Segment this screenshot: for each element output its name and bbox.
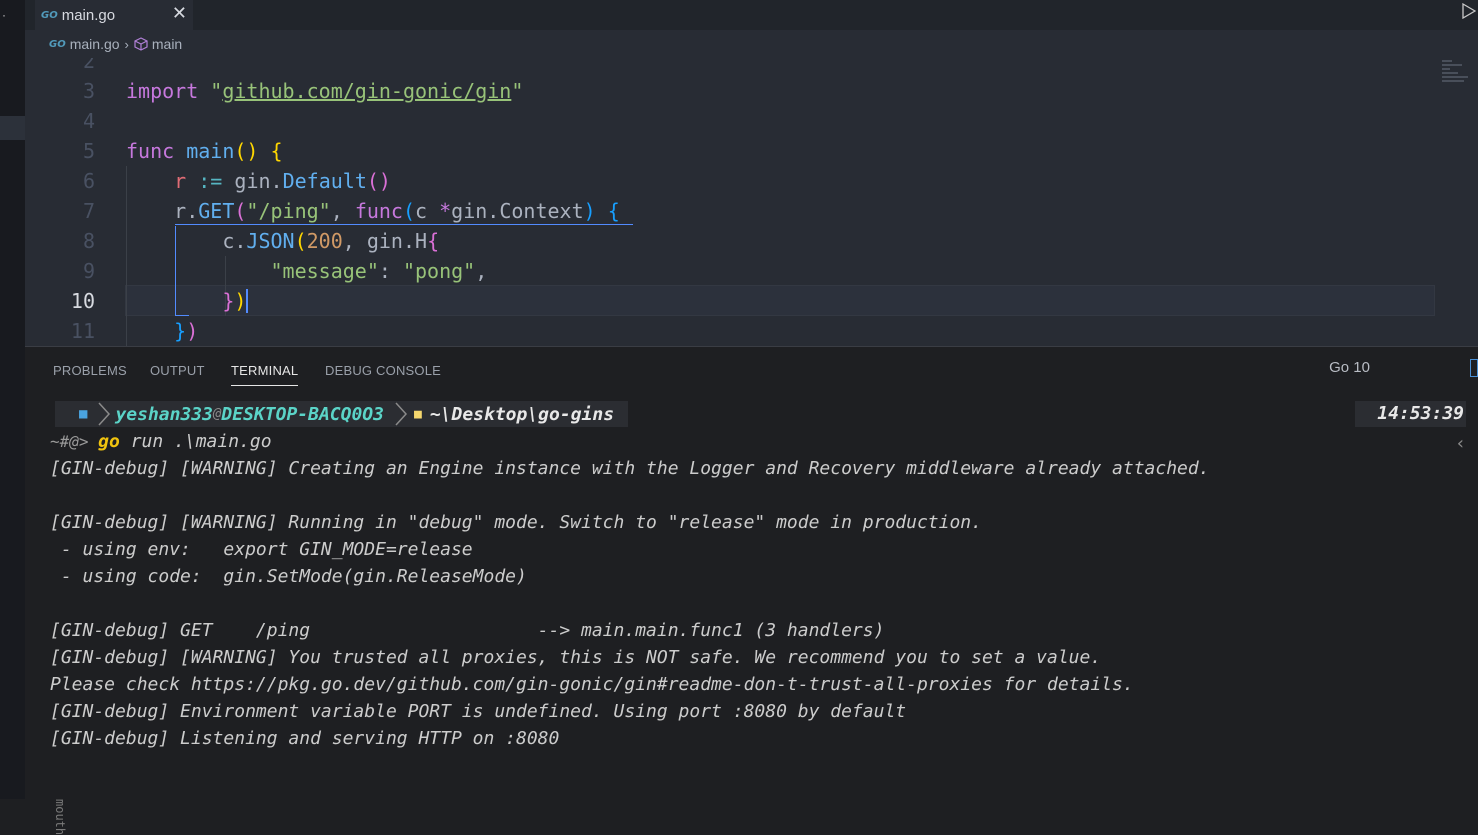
code-line-11: }) xyxy=(174,319,199,343)
prompt-host: DESKTOP-BACQ0O3 xyxy=(221,403,384,425)
tab-debug-console[interactable]: DEBUG CONSOLE xyxy=(325,363,441,378)
go-version-label[interactable]: Go 10 xyxy=(1329,359,1370,376)
line-number: 8 xyxy=(82,229,95,253)
prompt-user: yeshan333 xyxy=(115,403,213,425)
breadcrumb-file[interactable]: main.go xyxy=(70,36,120,52)
prompt-separator-icon xyxy=(98,402,111,426)
terminal-command-line: ~#@> go run .\main.go xyxy=(50,428,272,455)
side-label: mouth xyxy=(53,799,67,835)
terminal-line: [GIN-debug] [WARNING] Running in "debug"… xyxy=(50,512,982,533)
terminal-prompt: ■ yeshan333 @ DESKTOP-BACQ0O3 ■ ~\Deskto… xyxy=(55,401,629,427)
chevron-left-icon[interactable]: ‹ xyxy=(1455,433,1466,454)
terminal-line: Please check https://pkg.go.dev/github.c… xyxy=(50,674,1134,695)
code-editor[interactable]: 2 3 4 5 6 7 8 9 10 11 import "github.com… xyxy=(25,58,1478,346)
prompt-time: 14:53:39 xyxy=(1355,401,1466,427)
activity-item-selected[interactable] xyxy=(0,116,25,140)
line-number: 7 xyxy=(82,199,95,223)
cube-icon xyxy=(134,37,148,51)
terminal-line: [GIN-debug] GET /ping --> main.main.func… xyxy=(50,620,885,641)
prompt-separator-icon xyxy=(395,402,407,426)
prompt-prefix: ~#@> xyxy=(50,432,99,451)
run-icon[interactable] xyxy=(1462,3,1476,19)
folder-icon: ■ xyxy=(413,406,422,422)
terminal-split-icon[interactable] xyxy=(1470,359,1478,377)
windows-icon: ■ xyxy=(79,406,88,422)
tab-terminal[interactable]: TERMINAL xyxy=(231,363,299,386)
terminal-line: - using env: export GIN_MODE=release xyxy=(50,539,473,560)
activity-dot-icon: · xyxy=(2,8,6,22)
prompt-path: ~\Desktop\go-gins xyxy=(429,403,615,425)
line-number: 9 xyxy=(82,259,95,283)
code-line-9: "message": "pong", xyxy=(270,259,488,283)
line-number: 4 xyxy=(82,109,95,133)
breadcrumb: GO main.go › main xyxy=(25,30,1478,58)
code-line-5: func main() { xyxy=(126,139,283,163)
terminal-line: [GIN-debug] [WARNING] Creating an Engine… xyxy=(50,458,1210,479)
command-go: go xyxy=(98,431,120,452)
terminal-line: [GIN-debug] Listening and serving HTTP o… xyxy=(50,728,560,749)
code-line-8: c.JSON(200, gin.H{ xyxy=(126,229,440,253)
breadcrumb-symbol[interactable]: main xyxy=(152,36,182,52)
line-number-active: 10 xyxy=(70,289,95,313)
terminal-line: [GIN-debug] [WARNING] You trusted all pr… xyxy=(50,647,1102,668)
panel-tabs: PROBLEMS OUTPUT TERMINAL DEBUG CONSOLE G… xyxy=(25,347,1478,393)
command-args: run .\main.go xyxy=(119,431,272,452)
line-number: 2 xyxy=(82,58,95,73)
close-icon[interactable]: ✕ xyxy=(172,3,187,24)
go-file-icon: GO xyxy=(41,9,58,21)
tab-main-go[interactable]: GO main.go ✕ xyxy=(35,0,193,30)
terminal-line: - using code: gin.SetMode(gin.ReleaseMod… xyxy=(50,566,527,587)
line-number: 3 xyxy=(82,79,95,103)
minimap[interactable] xyxy=(1442,60,1472,90)
code-line-6: r := gin.Default() xyxy=(174,169,391,193)
line-number: 11 xyxy=(70,319,95,343)
tab-output[interactable]: OUTPUT xyxy=(150,363,205,378)
code-line-10: }) xyxy=(222,289,249,313)
line-number: 6 xyxy=(82,169,95,193)
code-line-7: r.GET("/ping", func(c *gin.Context) { xyxy=(126,199,620,223)
activity-bar: · xyxy=(0,0,25,799)
bottom-panel: PROBLEMS OUTPUT TERMINAL DEBUG CONSOLE G… xyxy=(25,346,1478,835)
tab-label: main.go xyxy=(61,6,116,24)
code-line-3: import "github.com/gin-gonic/gin" xyxy=(126,79,524,103)
line-number: 5 xyxy=(82,139,95,163)
chevron-right-icon: › xyxy=(124,36,129,52)
terminal-line: [GIN-debug] Environment variable PORT is… xyxy=(50,701,907,722)
go-file-icon: GO xyxy=(49,38,66,50)
editor-tab-bar: GO main.go ✕ xyxy=(25,0,1478,30)
terminal-output[interactable]: ■ yeshan333 @ DESKTOP-BACQ0O3 ■ ~\Deskto… xyxy=(25,397,1478,835)
tab-problems[interactable]: PROBLEMS xyxy=(53,363,127,378)
